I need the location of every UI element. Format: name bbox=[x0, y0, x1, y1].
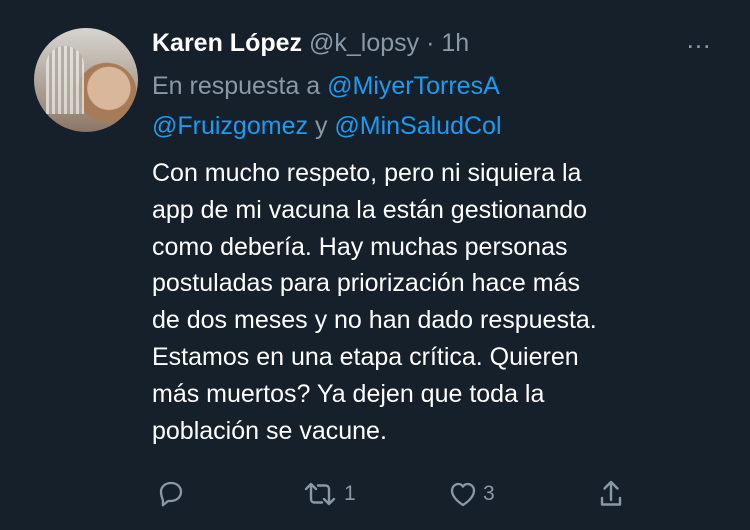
avatar-photo-detail bbox=[46, 46, 84, 114]
more-button[interactable]: ... bbox=[678, 26, 720, 54]
mention-link-minsaludcol[interactable]: @MinSaludCol bbox=[334, 112, 501, 140]
like-button[interactable]: 3 bbox=[446, 476, 495, 512]
tweet-line: app de mi vacuna la están gestionando bbox=[152, 195, 588, 224]
author-name[interactable]: Karen López bbox=[152, 29, 302, 57]
share-button[interactable] bbox=[594, 476, 631, 512]
tweet-actions: 1 3 bbox=[0, 476, 750, 512]
tweet-line: como debería. Hay muchas personas bbox=[152, 232, 568, 261]
tweet-line: población se vacune. bbox=[152, 416, 387, 445]
reply-conjunction: y bbox=[314, 112, 328, 140]
heart-icon bbox=[450, 482, 476, 507]
tweet-line: Estamos en una etapa crítica. Quieren bbox=[152, 342, 579, 371]
retweet-icon bbox=[304, 482, 336, 506]
retweet-count: 1 bbox=[344, 482, 356, 505]
reply-context: En respuesta a @MiyerTorresA @Fruizgomez… bbox=[152, 66, 712, 146]
more-icon: ... bbox=[686, 24, 712, 54]
tweet-line: Con mucho respeto, pero ni siquiera la bbox=[152, 159, 582, 187]
tweet-header: Karen López @k_lopsy · 1h bbox=[152, 28, 469, 58]
retweet-button[interactable]: 1 bbox=[299, 476, 356, 512]
like-count: 3 bbox=[483, 482, 495, 505]
mention-link-miyertorresa[interactable]: @MiyerTorresA bbox=[327, 72, 500, 100]
tweet-line: postuladas para priorización hace más bbox=[152, 269, 581, 298]
author-handle[interactable]: @k_lopsy bbox=[309, 29, 419, 57]
reply-icon bbox=[159, 481, 183, 507]
tweet-time[interactable]: 1h bbox=[441, 29, 469, 57]
share-icon bbox=[600, 480, 622, 506]
time-separator: · bbox=[426, 29, 435, 57]
reply-prefix: En respuesta a bbox=[152, 72, 321, 100]
mention-link-fruizgomez[interactable]: @Fruizgomez bbox=[152, 112, 308, 140]
tweet-line: más muertos? Ya dejen que toda la bbox=[152, 379, 545, 408]
tweet-card[interactable]: Karen López @k_lopsy · 1h ... En respues… bbox=[0, 0, 750, 530]
avatar[interactable] bbox=[34, 28, 138, 132]
tweet-line: de dos meses y no han dado respuesta. bbox=[152, 306, 597, 335]
tweet-text: Con mucho respeto, pero ni siquiera la a… bbox=[152, 155, 712, 449]
reply-button[interactable] bbox=[153, 476, 190, 512]
